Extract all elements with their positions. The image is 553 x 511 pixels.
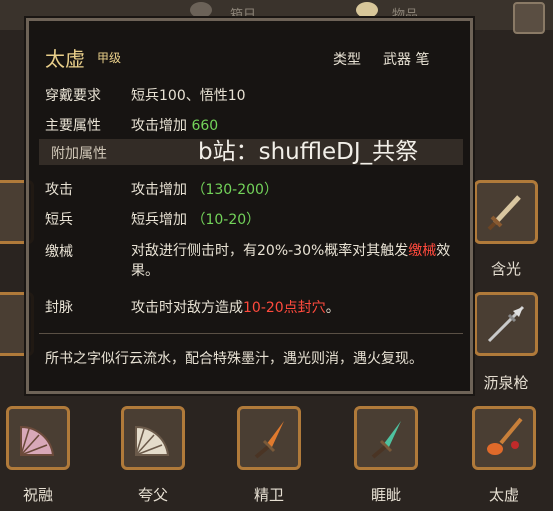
top-tab-icon-left xyxy=(190,2,212,18)
label-jingwei: 精卫 xyxy=(253,486,284,504)
dagger-icon xyxy=(371,421,401,459)
divider xyxy=(39,333,463,334)
slot-kuafu[interactable] xyxy=(121,406,185,470)
requirement-value: 短兵100、悟性10 xyxy=(131,88,246,104)
slot-hanguang[interactable] xyxy=(474,180,538,244)
label-liquanqiang: 沥泉枪 xyxy=(483,374,529,392)
skill-seal-desc: 攻击时对敌方造成 xyxy=(131,300,243,316)
attr-shortarms-value: 短兵增加 （10-20） xyxy=(131,209,260,229)
fan-icon xyxy=(20,425,55,456)
skill-disarm-keyword-b: 械 xyxy=(422,243,437,259)
attr-shortarms-prefix: 短兵增加 xyxy=(131,212,187,228)
label-yazi: 睚眦 xyxy=(370,486,401,504)
skill-disarm-keyword-a: 缴 xyxy=(408,243,423,259)
slot-zhurong[interactable] xyxy=(6,406,70,470)
slot-yazi[interactable] xyxy=(354,406,418,470)
dagger-icon xyxy=(254,421,284,459)
attr-attack-label: 攻击 xyxy=(45,182,73,198)
skill-seal-label: 封脉 xyxy=(45,300,73,316)
watermark: b站：shuffleDJ_共祭 xyxy=(198,139,419,165)
extra-attr-title: 附加属性 xyxy=(51,146,107,162)
label-taixu: 太虚 xyxy=(488,486,519,504)
main-attr-label: 主要属性 xyxy=(45,118,101,134)
spear-icon xyxy=(487,305,525,343)
slot-taixu[interactable] xyxy=(472,406,536,470)
skill-seal-keyword: 10-20点封穴 xyxy=(243,300,326,316)
attr-attack-range: （130-200） xyxy=(191,182,278,198)
fan-icon xyxy=(135,425,170,456)
attr-shortarms-range: （10-20） xyxy=(191,212,261,228)
item-description: 所书之字似行云流水，配合特殊墨汁，遇光则消，遇火复现。 xyxy=(45,351,423,367)
skill-disarm-text: 对敌进行侧击时，有20%-30%概率对其触发缴械效果。 xyxy=(131,241,461,281)
item-tooltip: 太虚 甲级 类型 武器 笔 穿戴要求 短兵100、悟性10 主要属性 攻击增加 … xyxy=(26,18,473,394)
top-tab-icon-right xyxy=(356,2,378,18)
label-zhurong: 祝融 xyxy=(22,486,53,504)
brush-icon xyxy=(487,417,523,455)
requirement-label: 穿戴要求 xyxy=(45,88,101,104)
main-attr-prefix: 攻击增加 xyxy=(131,118,187,134)
item-name: 太虚 xyxy=(45,47,85,71)
slot-liquanqiang[interactable] xyxy=(474,292,538,356)
sword-icon xyxy=(487,195,521,231)
attr-attack-value: 攻击增加 （130-200） xyxy=(131,179,278,199)
label-kuafu: 夸父 xyxy=(137,486,168,504)
type-label: 类型 xyxy=(333,52,361,68)
corner-menu-button[interactable] xyxy=(513,2,545,34)
label-hanguang: 含光 xyxy=(490,260,521,278)
skill-seal-text: 攻击时对敌方造成10-20点封穴。 xyxy=(131,297,340,317)
attr-shortarms-label: 短兵 xyxy=(45,212,73,228)
item-grade: 甲级 xyxy=(97,51,122,65)
type-value: 武器 笔 xyxy=(383,52,430,68)
skill-seal-tail: 。 xyxy=(325,300,340,316)
attr-attack-prefix: 攻击增加 xyxy=(131,182,187,198)
skill-disarm-label: 缴械 xyxy=(45,244,73,260)
skill-disarm-desc: 对敌进行侧击时，有20%-30%概率对其触发 xyxy=(131,243,409,259)
slot-jingwei[interactable] xyxy=(237,406,301,470)
